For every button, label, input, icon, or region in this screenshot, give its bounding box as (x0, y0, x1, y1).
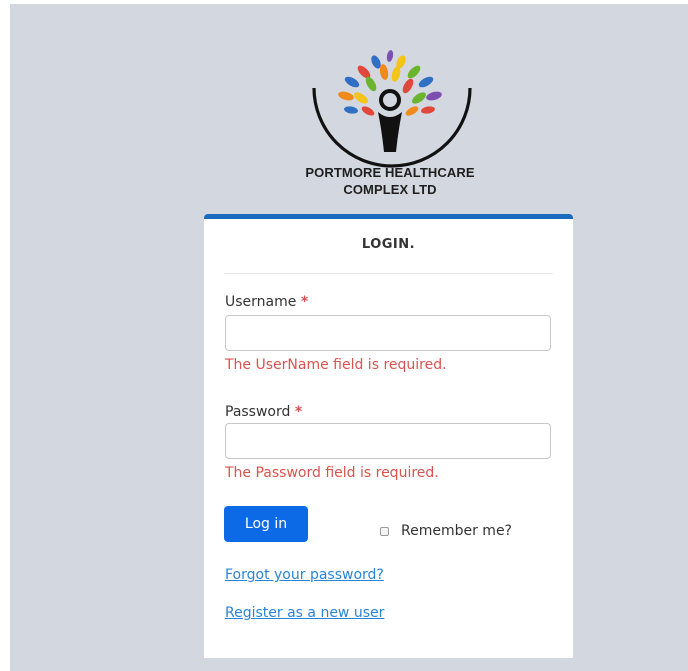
brand-name: PORTMORE HEALTHCARE COMPLEX LTD (260, 164, 520, 198)
page-background: PORTMORE HEALTHCARE COMPLEX LTD LOGIN. U… (10, 4, 688, 671)
username-error: The UserName field is required. (225, 357, 447, 373)
remember-me-label: Remember me? (401, 523, 512, 539)
remember-me-checkbox[interactable] (380, 526, 389, 536)
remember-me[interactable]: Remember me? (380, 523, 512, 539)
username-label-text: Username (225, 294, 297, 310)
forgot-password-link[interactable]: Forgot your password? (225, 567, 384, 583)
password-label-text: Password (225, 404, 291, 420)
password-input[interactable] (225, 423, 551, 459)
username-required-marker: * (300, 294, 309, 310)
brand-name-line1: PORTMORE HEALTHCARE (305, 165, 475, 180)
password-required-marker: * (294, 404, 303, 420)
password-label: Password * (225, 404, 302, 420)
login-button[interactable]: Log in (224, 506, 308, 542)
brand-name-line2: COMPLEX LTD (343, 182, 437, 197)
register-link[interactable]: Register as a new user (225, 605, 384, 621)
title-divider (224, 273, 553, 274)
login-title: LOGIN. (361, 237, 416, 252)
login-card: LOGIN. Username * The UserName field is … (204, 214, 573, 658)
username-input[interactable] (225, 315, 551, 351)
password-error: The Password field is required. (225, 465, 439, 481)
username-label: Username * (225, 294, 308, 310)
